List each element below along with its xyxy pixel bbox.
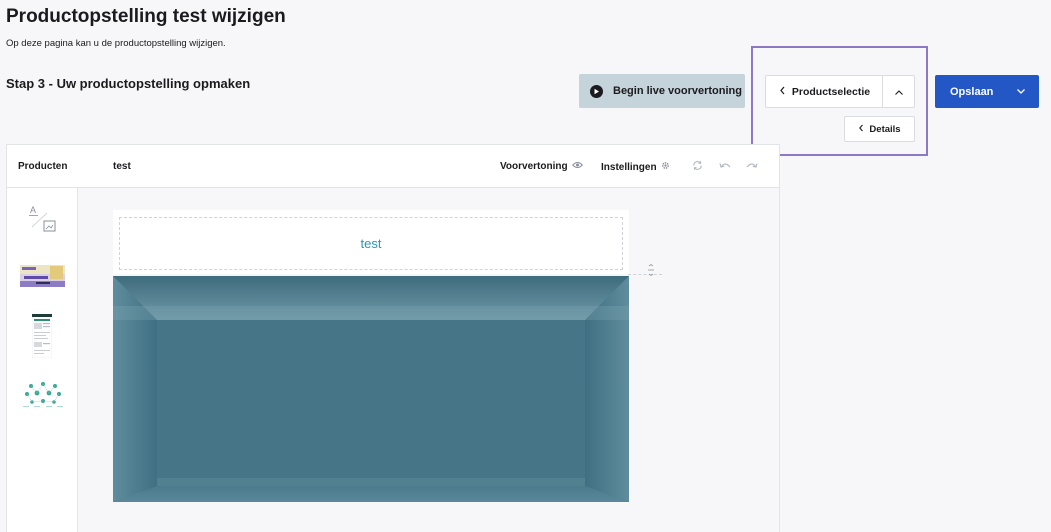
live-preview-label: Begin live voorvertoning bbox=[613, 85, 742, 97]
details-label: Details bbox=[869, 123, 901, 135]
redo-icon[interactable] bbox=[745, 159, 759, 177]
text-block[interactable]: test bbox=[113, 210, 629, 274]
product-thumbnail[interactable] bbox=[20, 380, 66, 415]
preview-toggle-label: Voorvertoning bbox=[500, 161, 568, 172]
editor-header: Producten test Voorvertoning Instellinge… bbox=[7, 145, 779, 188]
tab-test[interactable]: test bbox=[113, 161, 131, 172]
room-image bbox=[113, 276, 629, 502]
save-button[interactable]: Opslaan bbox=[935, 75, 1039, 108]
details-button[interactable]: Details bbox=[844, 116, 915, 142]
editor-canvas: test bbox=[78, 188, 779, 532]
chevron-left-icon bbox=[858, 124, 864, 135]
live-preview-button[interactable]: Begin live voorvertoning bbox=[579, 74, 745, 108]
play-circle-icon bbox=[590, 84, 603, 98]
product-thumbnail[interactable] bbox=[31, 313, 53, 363]
chevron-up-icon bbox=[894, 84, 904, 99]
settings-toggle[interactable]: Instellingen bbox=[601, 161, 670, 173]
resize-handle-icon[interactable] bbox=[647, 263, 655, 281]
step-title: Stap 3 - Uw productopstelling opmaken bbox=[6, 76, 251, 91]
collapse-button[interactable] bbox=[882, 75, 915, 108]
text-image-icon[interactable]: A bbox=[27, 203, 59, 240]
undo-icon[interactable] bbox=[718, 159, 732, 177]
productselectie-button[interactable]: Productselectie bbox=[765, 75, 883, 108]
product-thumbnail[interactable] bbox=[20, 265, 65, 292]
svg-text:A: A bbox=[30, 205, 36, 215]
chevron-down-icon[interactable] bbox=[1016, 86, 1026, 98]
tab-producten[interactable]: Producten bbox=[18, 161, 67, 172]
refresh-icon[interactable] bbox=[691, 159, 704, 177]
product-image-block[interactable] bbox=[113, 276, 629, 502]
productselectie-label: Productselectie bbox=[791, 85, 871, 98]
text-block-content[interactable]: test bbox=[119, 217, 623, 270]
editor-panel: Producten test Voorvertoning Instellinge… bbox=[6, 144, 780, 532]
page-title: Productopstelling test wijzigen bbox=[6, 6, 286, 27]
eye-icon bbox=[571, 161, 583, 172]
preview-toggle[interactable]: Voorvertoning bbox=[500, 161, 583, 172]
product-sidebar: A bbox=[7, 188, 78, 532]
gear-icon bbox=[661, 161, 670, 173]
settings-label: Instellingen bbox=[601, 161, 657, 173]
page-subtitle: Op deze pagina kan u de productopstellin… bbox=[6, 38, 226, 49]
save-label: Opslaan bbox=[950, 85, 994, 98]
chevron-left-icon bbox=[779, 86, 786, 98]
block-divider bbox=[628, 274, 662, 275]
